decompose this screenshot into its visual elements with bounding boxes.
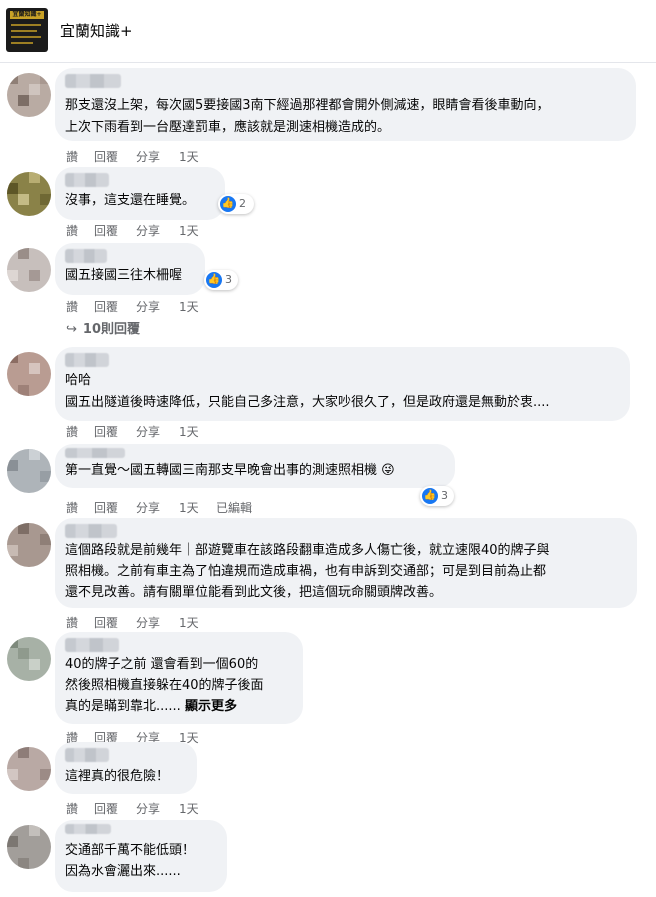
comment-text-line: 那支還沒上架，每次國5要接國3南下經過那裡都會開外側減速，眼睛會看後車動向， — [65, 98, 550, 113]
comment-text-line: 沒事，這支還在睡覺。 — [65, 193, 196, 208]
reaction-number: 3 — [225, 273, 232, 286]
comment-timestamp[interactable]: 1天 — [179, 800, 199, 817]
author-name[interactable] — [65, 74, 121, 88]
page-logo[interactable]: 宜蘭知識+ — [6, 8, 48, 52]
comment-text-line: 這裡真的很危險！ — [65, 769, 170, 784]
comment-text-line: 第一直覺～國五轉國三南那支早晚會出事的測速照相機 😜 — [65, 460, 395, 482]
comment-text: 真的是瞞到靠北...... — [65, 699, 181, 714]
logo-decoration — [11, 36, 41, 38]
share-button[interactable]: 分享 — [136, 614, 160, 631]
comment-text-line: 國五出隧道後時速降低，只能自己多注意，大家吵很久了，但是政府還是無動於衷.... — [65, 395, 550, 410]
like-button[interactable]: 讚 — [66, 499, 78, 516]
thumbs-up-icon: 👍 — [220, 196, 236, 212]
thumbs-up-icon: 👍 — [422, 488, 438, 504]
avatar[interactable] — [7, 637, 51, 681]
like-button[interactable]: 讚 — [66, 423, 78, 440]
page-title[interactable]: 宜蘭知識+ — [60, 20, 133, 41]
share-button[interactable]: 分享 — [136, 800, 160, 817]
reply-button[interactable]: 回覆 — [94, 298, 118, 315]
logo-decoration — [11, 30, 37, 32]
author-name[interactable] — [65, 353, 109, 367]
like-button[interactable]: 讚 — [66, 148, 78, 165]
comment-text-line: 40的牌子之前 還會看到一個60的 — [65, 657, 259, 672]
comment-bubble: 40的牌子之前 還會看到一個60的 然後照相機直接躲在40的牌子後面 真的是瞞到… — [55, 632, 303, 724]
see-more-link[interactable]: 顯示更多 — [185, 699, 237, 714]
like-button[interactable]: 讚 — [66, 614, 78, 631]
comment-text-line: 照相機。之前有車主為了怕違規而造成車禍，也有申訴到交通部；可是到目前為止都 — [65, 564, 547, 579]
reaction-count[interactable]: 👍 3 — [420, 486, 454, 506]
author-name[interactable] — [65, 638, 119, 652]
logo-decoration — [11, 24, 41, 26]
avatar[interactable] — [7, 73, 51, 117]
thumbs-up-icon: 👍 — [206, 272, 222, 288]
comment-bubble: 第一直覺～國五轉國三南那支早晚會出事的測速照相機 😜 — [55, 444, 455, 488]
comment-text-line: 還不見改善。請有關單位能看到此文後，把這個玩命關頭牌改善。 — [65, 585, 443, 600]
reply-button[interactable]: 回覆 — [94, 499, 118, 516]
avatar[interactable] — [7, 523, 51, 567]
comment-bubble: 這裡真的很危險！ — [55, 742, 197, 794]
comment-timestamp[interactable]: 1天 — [179, 148, 199, 165]
laughing-emoji-icon: 😜 — [381, 463, 395, 478]
author-name[interactable] — [65, 524, 117, 538]
avatar[interactable] — [7, 825, 51, 869]
avatar[interactable] — [7, 747, 51, 791]
comment-text-line: 然後照相機直接躲在40的牌子後面 — [65, 678, 264, 693]
like-button[interactable]: 讚 — [66, 800, 78, 817]
reply-arrow-icon: ↪ — [66, 322, 77, 337]
reply-button[interactable]: 回覆 — [94, 614, 118, 631]
share-button[interactable]: 分享 — [136, 148, 160, 165]
comment-bubble: 那支還沒上架，每次國5要接國3南下經過那裡都會開外側減速，眼睛會看後車動向， 上… — [55, 68, 636, 141]
reaction-count[interactable]: 👍 2 — [218, 194, 254, 214]
reaction-count[interactable]: 👍 3 — [204, 270, 238, 290]
reply-button[interactable]: 回覆 — [94, 148, 118, 165]
replies-count: 10則回覆 — [82, 322, 140, 337]
share-button[interactable]: 分享 — [136, 222, 160, 239]
author-name[interactable] — [65, 249, 107, 263]
comment-timestamp[interactable]: 1天 — [179, 222, 199, 239]
reply-button[interactable]: 回覆 — [94, 423, 118, 440]
comment-timestamp[interactable]: 1天 — [179, 614, 199, 631]
comment-text-line: 真的是瞞到靠北...... 顯示更多 — [65, 696, 237, 718]
comment-timestamp[interactable]: 1天 — [179, 298, 199, 315]
comment-bubble: 交通部千萬不能低頭！ 因為水會灑出來...... — [55, 820, 227, 892]
avatar[interactable] — [7, 172, 51, 216]
author-name[interactable] — [65, 173, 109, 187]
avatar[interactable] — [7, 449, 51, 493]
view-replies-link[interactable]: ↪ 10則回覆 — [66, 318, 140, 337]
comment-bubble: 這個路段就是前幾年｜部遊覽車在該路段翻車造成多人傷亡後，就立速限40的牌子與 照… — [55, 518, 637, 608]
comment-text-line: 交通部千萬不能低頭！ — [65, 843, 196, 858]
reaction-number: 3 — [441, 489, 448, 502]
share-button[interactable]: 分享 — [136, 499, 160, 516]
author-name[interactable] — [65, 748, 109, 762]
comment-text-line: 國五接國三往木柵喔 — [65, 268, 183, 283]
comment-text-line: 這個路段就是前幾年｜部遊覽車在該路段翻車造成多人傷亡後，就立速限40的牌子與 — [65, 543, 550, 558]
like-button[interactable]: 讚 — [66, 222, 78, 239]
reaction-number: 2 — [239, 197, 246, 210]
comment-timestamp[interactable]: 1天 — [179, 423, 199, 440]
edited-label: 已編輯 — [216, 501, 253, 515]
avatar[interactable] — [7, 248, 51, 292]
comment-text-line: 哈哈 — [65, 373, 92, 388]
comment-text-line: 因為水會灑出來...... — [65, 864, 181, 879]
reply-button[interactable]: 回覆 — [94, 222, 118, 239]
author-name[interactable] — [65, 448, 125, 458]
page-header: 宜蘭知識+ 宜蘭知識+ — [0, 0, 656, 63]
comment-timestamp[interactable]: 1天 — [179, 499, 199, 516]
share-button[interactable]: 分享 — [136, 423, 160, 440]
avatar[interactable] — [7, 352, 51, 396]
share-button[interactable]: 分享 — [136, 298, 160, 315]
comment-bubble: 哈哈 國五出隧道後時速降低，只能自己多注意，大家吵很久了，但是政府還是無動於衷.… — [55, 347, 630, 421]
logo-decoration — [11, 42, 33, 44]
page-logo-text: 宜蘭知識+ — [10, 11, 44, 19]
author-name[interactable] — [65, 824, 111, 834]
comment-bubble: 沒事，這支還在睡覺。 — [55, 167, 225, 220]
comment-text: 第一直覺～國五轉國三南那支早晚會出事的測速照相機 — [65, 463, 378, 478]
comment-bubble: 國五接國三往木柵喔 — [55, 243, 205, 295]
reply-button[interactable]: 回覆 — [94, 800, 118, 817]
like-button[interactable]: 讚 — [66, 298, 78, 315]
comment-text-line: 上次下雨看到一台壓達罰車，應該就是測速相機造成的。 — [65, 120, 391, 135]
